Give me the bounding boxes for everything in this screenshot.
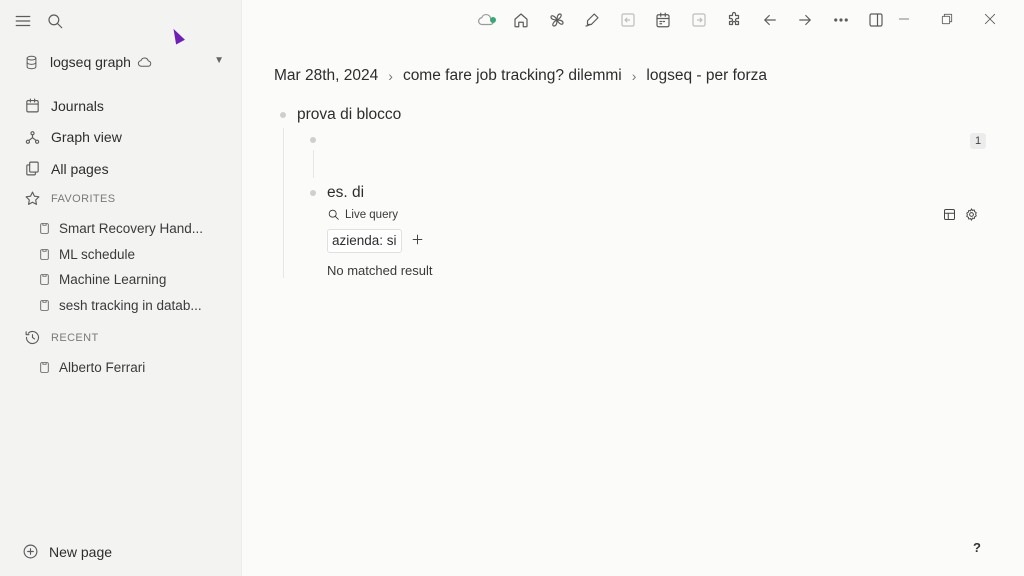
history-icon (24, 329, 41, 346)
page-icon (38, 299, 51, 312)
block-bullet[interactable] (310, 190, 316, 196)
restore-icon[interactable] (939, 11, 955, 27)
pinwheel-icon[interactable] (539, 11, 575, 29)
sidebar-item-all-pages[interactable]: All pages (24, 153, 234, 185)
right-sidebar-toggle-icon[interactable] (859, 11, 895, 29)
sidebar-item-label: Graph view (51, 129, 122, 146)
graph-selector[interactable]: logseq graph ▼ (24, 52, 224, 72)
breadcrumb-item[interactable]: Mar 28th, 2024 (274, 67, 378, 85)
sidebar-item-graph-view[interactable]: Graph view (24, 122, 234, 154)
sidebar-top-icons (14, 12, 64, 30)
table-icon[interactable] (942, 207, 957, 222)
nav-forward-page-icon[interactable] (681, 11, 717, 29)
favorite-item[interactable]: Smart Recovery Hand... (38, 216, 228, 242)
sidebar-item-label: All pages (51, 160, 109, 177)
more-icon[interactable] (823, 11, 859, 29)
favorite-item[interactable]: Machine Learning (38, 267, 228, 293)
minimize-icon[interactable] (896, 11, 912, 27)
help-button[interactable]: ? (965, 536, 989, 560)
favorite-item[interactable]: ML schedule (38, 242, 228, 268)
home-icon[interactable] (504, 11, 540, 29)
page-icon (38, 248, 51, 261)
favorite-item[interactable]: sesh tracking in datab... (38, 293, 228, 319)
gear-icon[interactable] (964, 207, 979, 222)
block-guide-line (283, 128, 284, 278)
block-content[interactable]: prova di blocco (297, 106, 401, 124)
new-page-label: New page (49, 543, 113, 560)
add-filter-icon[interactable] (410, 232, 425, 247)
sync-status-dot (489, 17, 496, 23)
left-sidebar: logseq graph ▼ Journals Graph view All p… (0, 0, 242, 576)
favorites-label: FAVORITES (51, 192, 116, 205)
query-result-message: No matched result (327, 263, 433, 278)
query-actions (942, 207, 979, 222)
live-query-header: Live query (327, 208, 398, 221)
recent-list: Alberto Ferrari (38, 355, 228, 381)
calendar-icon (24, 97, 41, 114)
chevron-right-icon: › (631, 68, 637, 84)
breadcrumb: Mar 28th, 2024 › come fare job tracking?… (274, 67, 767, 85)
block-bullet[interactable] (280, 112, 286, 118)
arrow-left-icon[interactable] (752, 11, 788, 29)
arrow-right-icon[interactable] (788, 11, 824, 29)
chevron-right-icon: › (388, 68, 393, 84)
draw-icon[interactable] (575, 11, 611, 29)
favorite-item-label: Smart Recovery Hand... (59, 221, 204, 237)
recent-item[interactable]: Alberto Ferrari (38, 355, 228, 381)
pages-icon (24, 160, 41, 177)
breadcrumb-item[interactable]: come fare job tracking? dilemmi (403, 67, 622, 85)
plus-circle-icon (22, 543, 39, 560)
favorites-list: Smart Recovery Hand... ML schedule Machi… (38, 216, 228, 318)
top-toolbar (468, 11, 894, 29)
sidebar-item-journals[interactable]: Journals (24, 90, 234, 122)
caret-down-icon[interactable]: ▼ (214, 55, 224, 66)
live-query-label: Live query (345, 208, 399, 221)
breadcrumb-item[interactable]: logseq - per forza (646, 67, 767, 85)
reference-count-badge[interactable]: 1 (970, 133, 986, 149)
search-icon[interactable] (46, 12, 64, 30)
database-icon (24, 55, 39, 70)
query-filter-chip[interactable]: azienda: si (327, 229, 402, 253)
puzzle-icon[interactable] (717, 11, 753, 29)
sidebar-item-label: Journals (51, 97, 104, 114)
page-icon (38, 222, 51, 235)
favorite-item-label: sesh tracking in datab... (59, 297, 202, 313)
recent-heading[interactable]: RECENT (24, 329, 99, 346)
star-icon (24, 190, 41, 207)
graph-name: logseq graph (50, 54, 131, 70)
recent-label: RECENT (51, 331, 99, 344)
graph-icon (24, 129, 41, 146)
calendar-icon[interactable] (646, 11, 682, 29)
page-icon (38, 361, 51, 374)
search-icon (327, 208, 340, 221)
favorites-heading[interactable]: FAVORITES (24, 190, 116, 207)
block-content[interactable]: es. di (327, 184, 364, 202)
close-icon[interactable] (982, 11, 998, 27)
window-controls (896, 11, 998, 27)
page-icon (38, 273, 51, 286)
sidebar-nav: Journals Graph view All pages (24, 90, 234, 185)
new-page-button[interactable]: New page (22, 543, 112, 560)
favorite-item-label: Machine Learning (59, 272, 167, 288)
cloud-icon (137, 55, 152, 70)
block-guide-line (313, 150, 314, 178)
favorite-item-label: ML schedule (59, 246, 136, 262)
nav-back-page-icon[interactable] (610, 11, 646, 29)
sync-cloud-icon[interactable] (468, 11, 504, 29)
recent-item-label: Alberto Ferrari (59, 360, 146, 376)
menu-icon[interactable] (14, 12, 32, 30)
block-bullet[interactable] (310, 137, 316, 143)
